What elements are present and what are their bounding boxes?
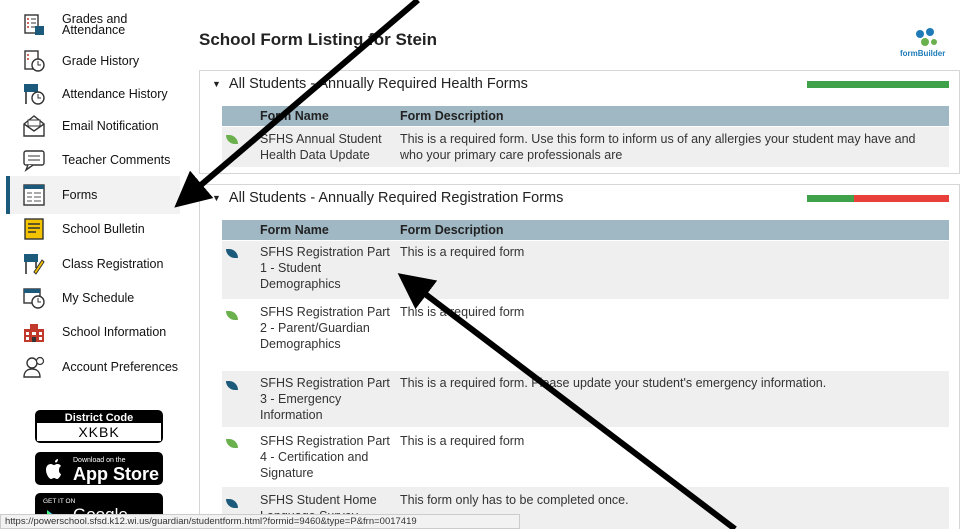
form-name-link[interactable]: SFHS Registration Part 1 - Student Demog… (260, 244, 390, 292)
comments-icon (23, 150, 45, 172)
status-leaf-icon (226, 135, 238, 144)
schedule-icon (23, 288, 45, 309)
caret-down-icon[interactable]: ▼ (212, 79, 221, 89)
form-description: This is a required form (400, 305, 525, 319)
form-name-link[interactable]: SFHS Annual Student Health Data Update (260, 131, 390, 163)
status-leaf-icon (226, 249, 238, 258)
status-leaf-icon (226, 439, 238, 448)
grades-attendance-icon (24, 14, 44, 35)
registration-forms-section: ▼ All Students - Annually Required Regis… (199, 184, 960, 529)
form-description: This is a required form. Use this form t… (400, 132, 916, 162)
page-title: School Form Listing for Stein (199, 30, 437, 49)
table-header: Form Name Form Description (222, 220, 949, 240)
table-row[interactable]: SFHS Annual Student Health Data Update T… (222, 127, 949, 167)
table-row[interactable]: SFHS Registration Part 3 - Emergency Inf… (222, 371, 949, 427)
sidebar-item-school-bulletin[interactable]: School Bulletin (10, 210, 180, 248)
status-leaf-icon (226, 499, 238, 508)
table-row[interactable]: SFHS Registration Part 1 - Student Demog… (222, 241, 949, 299)
progress-bar (807, 195, 949, 202)
grade-history-icon (24, 50, 45, 72)
bulletin-icon (24, 218, 44, 240)
form-name-link[interactable]: SFHS Registration Part 2 - Parent/Guardi… (260, 304, 390, 352)
sidebar-item-my-schedule[interactable]: My Schedule (10, 279, 180, 317)
browser-status-bar: https://powerschool.sfsd.k12.wi.us/guard… (0, 514, 520, 529)
form-description: This form only has to be completed once. (400, 493, 629, 507)
form-name-link[interactable]: SFHS Registration Part 3 - Emergency Inf… (260, 375, 390, 423)
app-store-badge[interactable]: Download on the App Store (35, 452, 163, 485)
health-forms-section: ▼ All Students - Annually Required Healt… (199, 70, 960, 174)
district-code-value: XKBK (37, 423, 161, 441)
attendance-history-icon (24, 84, 45, 105)
formbuilder-logo-icon (916, 28, 937, 46)
sidebar-item-forms[interactable]: Forms (6, 176, 180, 214)
status-leaf-icon (226, 381, 238, 390)
form-description: This is a required form (400, 245, 525, 259)
sidebar-item-teacher-comments[interactable]: Teacher Comments (10, 141, 180, 179)
sidebar-nav: Grades and Attendance Grade History Atte… (0, 0, 180, 529)
formbuilder-logo: formBuilder (896, 26, 945, 62)
form-description: This is a required form (400, 434, 525, 448)
sidebar-item-email-notification[interactable]: Email Notification (10, 107, 180, 145)
apple-icon (46, 459, 61, 479)
status-leaf-icon (226, 311, 238, 320)
caret-down-icon[interactable]: ▼ (212, 193, 221, 203)
email-icon (23, 115, 45, 137)
class-registration-icon (24, 254, 45, 275)
sidebar-item-grades-attendance[interactable]: Grades and Attendance (10, 6, 180, 44)
school-icon (24, 324, 44, 342)
progress-bar (807, 81, 949, 88)
table-row[interactable]: SFHS Registration Part 4 - Certification… (222, 427, 949, 487)
forms-icon (23, 184, 45, 206)
sidebar-item-school-information[interactable]: School Information (10, 313, 180, 351)
table-header: Form Name Form Description (222, 106, 949, 126)
district-code-badge: District Code XKBK (35, 410, 163, 443)
table-row[interactable]: SFHS Registration Part 2 - Parent/Guardi… (222, 299, 949, 371)
form-name-link[interactable]: SFHS Registration Part 4 - Certification… (260, 433, 390, 481)
sidebar-item-account-preferences[interactable]: Account Preferences (10, 348, 180, 386)
account-preferences-icon (23, 356, 45, 378)
sidebar-item-class-registration[interactable]: Class Registration (10, 245, 180, 283)
form-description: This is a required form. Please update y… (400, 376, 827, 390)
